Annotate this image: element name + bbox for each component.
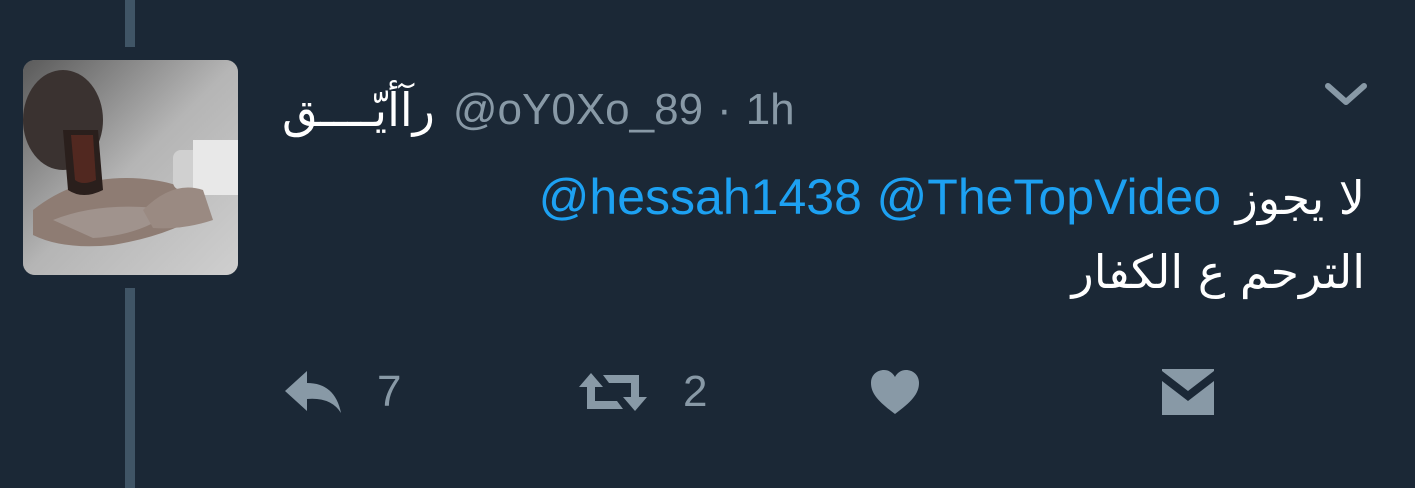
tweet-header: رآأيّــــق @oY0Xo_89 · 1h: [282, 80, 795, 140]
retweet-count: 2: [683, 367, 708, 416]
like-icon: [871, 370, 919, 414]
tweet-text-suffix: الترحم ع الكفار: [1071, 245, 1366, 299]
tweet[interactable]: رآأيّــــق @oY0Xo_89 · 1h لا يجوز @TheTo…: [0, 0, 1415, 488]
direct-message-icon: [1162, 369, 1214, 415]
like-button[interactable]: [869, 360, 921, 424]
user-handle[interactable]: @oY0Xo_89: [453, 80, 703, 140]
separator-dot: ·: [717, 85, 732, 134]
retweet-icon: [579, 373, 647, 411]
chevron-down-icon[interactable]: [1322, 76, 1370, 112]
mention-link[interactable]: @TheTopVideo: [877, 169, 1222, 225]
tweet-text-prefix: لا يجوز: [1235, 171, 1365, 225]
tweet-actions: 7 2: [0, 360, 1415, 424]
reply-button[interactable]: 7: [283, 360, 401, 424]
tweet-timestamp[interactable]: 1h: [746, 80, 795, 140]
display-name[interactable]: رآأيّــــق: [282, 80, 435, 140]
mention-link[interactable]: @hessah1438: [539, 169, 862, 225]
reply-count: 7: [377, 367, 402, 416]
tweet-text: لا يجوز @TheTopVideo @hessah1438 الترحم ع…: [285, 160, 1365, 309]
avatar-image: [23, 60, 238, 275]
reply-icon: [285, 371, 341, 413]
thread-line-top: [125, 0, 135, 47]
retweet-button[interactable]: 2: [577, 360, 707, 424]
avatar[interactable]: [23, 60, 238, 275]
direct-message-button[interactable]: [1160, 360, 1216, 424]
